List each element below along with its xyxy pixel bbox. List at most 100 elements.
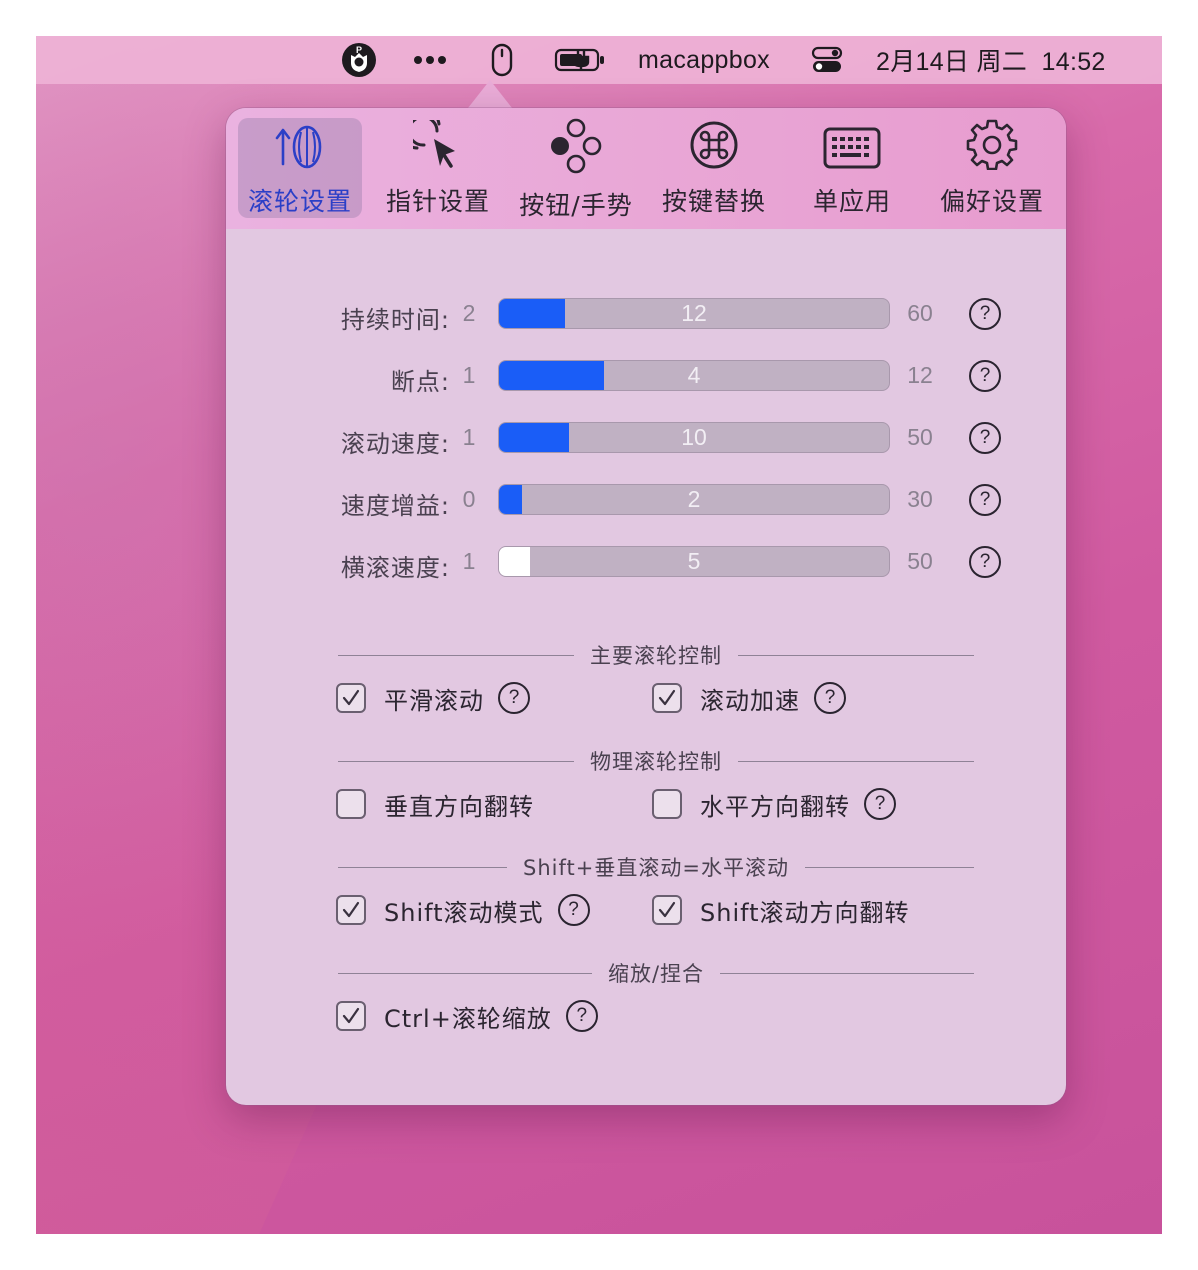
checkbox[interactable] — [336, 683, 366, 713]
shift-scroll-flip-checkbox[interactable]: Shift滚动方向翻转 — [652, 890, 910, 930]
menu-bar-clock[interactable]: 2月14日 周二 14:52 — [876, 36, 1106, 84]
slider-row-scroll-speed: 滚动速度: 1 10 50 ? — [226, 418, 1066, 458]
slider-value: 5 — [687, 548, 701, 574]
horizontal-flip-checkbox[interactable]: 水平方向翻转 ? — [652, 784, 896, 824]
help-icon[interactable]: ? — [969, 360, 1001, 392]
tab-scroll-wheel[interactable]: 滚轮设置 — [238, 118, 362, 218]
keyboard-icon — [823, 118, 881, 170]
checkbox[interactable] — [336, 789, 366, 819]
slider-max: 50 — [907, 548, 933, 574]
section-title: 缩放/捏合 — [591, 962, 721, 986]
section-title: Shift+垂直滚动=水平滚动 — [507, 856, 805, 880]
mouse-icon[interactable] — [490, 36, 514, 84]
section-shift-scroll: Shift+垂直滚动=水平滚动 — [338, 852, 974, 882]
help-icon[interactable]: ? — [565, 1000, 598, 1032]
tab-single-app[interactable]: 单应用 — [790, 118, 914, 218]
help-icon[interactable]: ? — [969, 298, 1001, 330]
slider-max: 12 — [907, 362, 933, 388]
vertical-flip-checkbox[interactable]: 垂直方向翻转 — [336, 784, 534, 824]
app-name[interactable]: macappbox — [638, 36, 770, 84]
slider-value: 12 — [681, 300, 707, 326]
checkbox-label: 水平方向翻转 — [700, 792, 850, 821]
checkbox[interactable] — [652, 683, 682, 713]
slider-max: 50 — [907, 424, 933, 450]
slider-value: 4 — [687, 362, 701, 388]
checkbox-label: Shift滚动方向翻转 — [700, 898, 910, 927]
checkmark-icon — [342, 901, 360, 918]
tab-label: 滚轮设置 — [247, 187, 352, 216]
slider-row-duration: 持续时间: 2 12 60 ? — [226, 294, 1066, 334]
help-icon[interactable]: ? — [814, 682, 846, 714]
scroll-speed-slider[interactable]: 10 — [498, 422, 890, 453]
duration-slider[interactable]: 12 — [498, 298, 890, 329]
help-icon[interactable]: ? — [498, 682, 530, 714]
command-key-icon — [689, 118, 739, 170]
slider-max: 60 — [907, 300, 933, 326]
shift-scroll-mode-checkbox[interactable]: Shift滚动模式 ? — [336, 890, 590, 930]
section-zoom-pinch: 缩放/捏合 — [338, 958, 974, 988]
slider-min: 0 — [462, 486, 476, 512]
checkbox-label: 平滑滚动 — [384, 686, 484, 715]
checkbox[interactable] — [652, 789, 682, 819]
section-physical-wheel-control: 物理滚轮控制 — [338, 746, 974, 776]
checkbox-label: 滚动加速 — [700, 686, 800, 715]
slider-value: 2 — [687, 486, 701, 512]
section-main-wheel-control: 主要滚轮控制 — [338, 640, 974, 670]
checkmark-icon — [658, 689, 676, 706]
more-dots-icon[interactable] — [412, 36, 448, 84]
scroll-acceleration-checkbox[interactable]: 滚动加速 ? — [652, 678, 846, 718]
tab-label: 单应用 — [812, 187, 891, 216]
section-title: 物理滚轮控制 — [574, 750, 738, 774]
help-icon[interactable]: ? — [969, 484, 1001, 516]
tab-preferences[interactable]: 偏好设置 — [930, 118, 1054, 218]
ctrl-wheel-zoom-checkbox[interactable]: Ctrl+滚轮缩放 ? — [336, 996, 598, 1036]
popover-arrow — [468, 80, 512, 108]
settings-popover: 滚轮设置 指针设置 按钮/手势 按键替换 单应用 偏好设置 持续时间: 2 12… — [226, 108, 1066, 1105]
breakpoint-slider[interactable]: 4 — [498, 360, 890, 391]
slider-max: 30 — [907, 486, 933, 512]
slider-label: 持续时间: — [340, 306, 450, 334]
slider-value: 10 — [681, 424, 707, 450]
p-shield-icon[interactable]: P — [340, 36, 378, 84]
help-icon[interactable]: ? — [557, 894, 590, 926]
checkbox[interactable] — [336, 1001, 366, 1031]
control-center-icon[interactable] — [811, 36, 843, 84]
speed-gain-slider[interactable]: 2 — [498, 484, 890, 515]
smooth-scroll-checkbox[interactable]: 平滑滚动 ? — [336, 678, 530, 718]
checkbox-label: Shift滚动模式 — [384, 898, 544, 927]
checkmark-icon — [658, 901, 676, 918]
checkbox-label: 垂直方向翻转 — [384, 792, 534, 821]
slider-min: 1 — [462, 362, 476, 388]
help-icon[interactable]: ? — [969, 422, 1001, 454]
help-icon[interactable]: ? — [969, 546, 1001, 578]
section-title: 主要滚轮控制 — [574, 644, 738, 668]
toolbar: 滚轮设置 指针设置 按钮/手势 按键替换 单应用 偏好设置 — [226, 108, 1066, 229]
slider-min: 2 — [462, 300, 476, 326]
battery-charging-icon[interactable] — [554, 36, 606, 84]
tab-label: 指针设置 — [385, 187, 490, 216]
gear-icon — [966, 118, 1018, 170]
checkbox[interactable] — [652, 895, 682, 925]
checkmark-icon — [342, 1007, 360, 1024]
checkmark-icon — [342, 689, 360, 706]
tab-pointer[interactable]: 指针设置 — [376, 118, 500, 218]
scroll-wheel-icon — [275, 118, 325, 170]
slider-min: 1 — [462, 424, 476, 450]
buttons-gesture-icon — [548, 118, 604, 174]
svg-text:P: P — [356, 45, 362, 55]
slider-label: 滚动速度: — [340, 430, 450, 458]
checkbox-label: Ctrl+滚轮缩放 — [384, 1004, 552, 1033]
checkbox[interactable] — [336, 895, 366, 925]
tab-label: 按钮/手势 — [519, 191, 633, 220]
pointer-click-icon — [413, 118, 463, 170]
slider-label: 横滚速度: — [340, 554, 450, 582]
slider-row-breakpoint: 断点: 1 4 12 ? — [226, 356, 1066, 396]
help-icon[interactable]: ? — [864, 788, 896, 820]
horizontal-speed-slider[interactable]: 5 — [498, 546, 890, 577]
slider-label: 速度增益: — [340, 492, 450, 520]
tab-key-remap[interactable]: 按键替换 — [652, 118, 776, 218]
slider-row-speed-gain: 速度增益: 0 2 30 ? — [226, 480, 1066, 520]
tab-buttons-gestures[interactable]: 按钮/手势 — [514, 118, 638, 220]
desktop-background: P macappbox 2月14日 周二 14:52 滚轮设置 指针设置 按钮/… — [36, 36, 1162, 1234]
tab-label: 偏好设置 — [939, 187, 1044, 216]
